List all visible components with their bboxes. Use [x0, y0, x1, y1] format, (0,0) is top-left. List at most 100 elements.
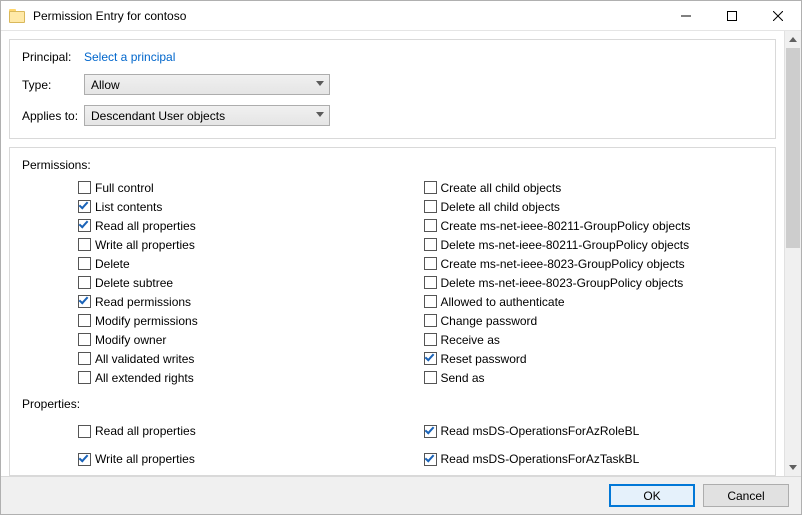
- permission-label: Reset password: [441, 352, 527, 366]
- permission-label: Create all child objects: [441, 181, 562, 195]
- permission-checkbox[interactable]: [424, 238, 437, 251]
- permission-checkbox[interactable]: [424, 276, 437, 289]
- permission-checkbox[interactable]: [78, 276, 91, 289]
- permission-checkbox[interactable]: [78, 295, 91, 308]
- scroll-thumb[interactable]: [786, 48, 800, 248]
- permission-label: Delete: [95, 257, 130, 271]
- permission-label: Read all properties: [95, 219, 196, 233]
- permissions-group: Permissions: Full control List contents Re…: [9, 147, 776, 476]
- permission-checkbox[interactable]: [424, 200, 437, 213]
- permission-checkbox[interactable]: [78, 257, 91, 270]
- permission-row: Modify permissions: [78, 311, 418, 330]
- permissions-section-label: Permissions:: [22, 158, 763, 172]
- folder-icon: [9, 9, 25, 23]
- permission-row: List contents: [78, 197, 418, 216]
- permission-checkbox[interactable]: [424, 257, 437, 270]
- permission-label: All validated writes: [95, 352, 194, 366]
- permission-row: Delete ms-net-ieee-80211-GroupPolicy obj…: [424, 235, 764, 254]
- permission-row: Delete: [78, 254, 418, 273]
- property-row: Read msDS-OperationsForAzRoleBL: [424, 417, 764, 445]
- property-checkbox[interactable]: [78, 425, 91, 438]
- property-label: Read msDS-OperationsForAzRoleBL: [441, 424, 640, 438]
- titlebar: Permission Entry for contoso: [1, 1, 801, 31]
- applies-to-combo-value: Descendant User objects: [91, 109, 225, 123]
- scroll-down-button[interactable]: [785, 459, 801, 476]
- minimize-button[interactable]: [663, 1, 709, 30]
- permission-row: Full control: [78, 178, 418, 197]
- property-checkbox[interactable]: [424, 425, 437, 438]
- permission-checkbox[interactable]: [424, 371, 437, 384]
- permission-checkbox[interactable]: [78, 352, 91, 365]
- permission-label: Full control: [95, 181, 154, 195]
- permission-row: Read all properties: [78, 216, 418, 235]
- permission-row: Write all properties: [78, 235, 418, 254]
- permission-row: Change password: [424, 311, 764, 330]
- permission-label: Modify permissions: [95, 314, 198, 328]
- permission-checkbox[interactable]: [78, 371, 91, 384]
- property-label: Read all properties: [95, 424, 196, 438]
- property-row: Read all properties: [78, 417, 418, 445]
- property-row: Read msDS-OperationsForAzTaskBL: [424, 445, 764, 473]
- permission-checkbox[interactable]: [78, 238, 91, 251]
- chevron-down-icon: [316, 81, 324, 86]
- permission-row: Create ms-net-ieee-8023-GroupPolicy obje…: [424, 254, 764, 273]
- permission-row: Send as: [424, 368, 764, 387]
- vertical-scrollbar[interactable]: [784, 31, 801, 476]
- permission-label: Write all properties: [95, 238, 195, 252]
- permission-label: All extended rights: [95, 371, 194, 385]
- applies-to-label: Applies to:: [22, 109, 84, 123]
- property-row: Write all properties: [78, 445, 418, 473]
- permission-label: Allowed to authenticate: [441, 295, 565, 309]
- maximize-button[interactable]: [709, 1, 755, 30]
- permission-row: Delete all child objects: [424, 197, 764, 216]
- permission-row: Allowed to authenticate: [424, 292, 764, 311]
- property-checkbox[interactable]: [424, 453, 437, 466]
- permission-label: Receive as: [441, 333, 500, 347]
- permission-row: Delete ms-net-ieee-8023-GroupPolicy obje…: [424, 273, 764, 292]
- principal-label: Principal:: [22, 50, 84, 64]
- permission-label: Create ms-net-ieee-80211-GroupPolicy obj…: [441, 219, 691, 233]
- window-title: Permission Entry for contoso: [33, 9, 663, 23]
- header-group: Principal: Select a principal Type: Allo…: [9, 39, 776, 139]
- permission-label: Delete all child objects: [441, 200, 560, 214]
- chevron-up-icon: [789, 37, 797, 42]
- permission-label: Change password: [441, 314, 538, 328]
- ok-button[interactable]: OK: [609, 484, 695, 507]
- type-combo[interactable]: Allow: [84, 74, 330, 95]
- permission-checkbox[interactable]: [424, 181, 437, 194]
- permission-row: Read permissions: [78, 292, 418, 311]
- select-principal-link[interactable]: Select a principal: [84, 50, 175, 64]
- permission-checkbox[interactable]: [424, 295, 437, 308]
- permission-row: All extended rights: [78, 368, 418, 387]
- property-label: Write all properties: [95, 452, 195, 466]
- applies-to-combo[interactable]: Descendant User objects: [84, 105, 330, 126]
- permission-label: Modify owner: [95, 333, 166, 347]
- permission-row: Modify owner: [78, 330, 418, 349]
- type-combo-value: Allow: [91, 78, 120, 92]
- cancel-button[interactable]: Cancel: [703, 484, 789, 507]
- permission-label: Send as: [441, 371, 485, 385]
- close-button[interactable]: [755, 1, 801, 30]
- permission-label: Create ms-net-ieee-8023-GroupPolicy obje…: [441, 257, 685, 271]
- permission-row: All validated writes: [78, 349, 418, 368]
- permission-checkbox[interactable]: [78, 181, 91, 194]
- permission-checkbox[interactable]: [78, 333, 91, 346]
- permission-label: Delete subtree: [95, 276, 173, 290]
- permission-entry-window: Permission Entry for contoso Principal: …: [0, 0, 802, 515]
- permission-checkbox[interactable]: [78, 314, 91, 327]
- permission-row: Create all child objects: [424, 178, 764, 197]
- permission-row: Delete subtree: [78, 273, 418, 292]
- permission-checkbox[interactable]: [78, 200, 91, 213]
- permission-checkbox[interactable]: [424, 219, 437, 232]
- property-checkbox[interactable]: [78, 453, 91, 466]
- scroll-up-button[interactable]: [785, 31, 801, 48]
- permission-row: Reset password: [424, 349, 764, 368]
- permission-checkbox[interactable]: [78, 219, 91, 232]
- permission-row: Create ms-net-ieee-80211-GroupPolicy obj…: [424, 216, 764, 235]
- permission-checkbox[interactable]: [424, 333, 437, 346]
- permission-checkbox[interactable]: [424, 352, 437, 365]
- type-label: Type:: [22, 78, 84, 92]
- properties-section-label: Properties:: [22, 397, 763, 411]
- permission-checkbox[interactable]: [424, 314, 437, 327]
- dialog-footer: OK Cancel: [1, 476, 801, 514]
